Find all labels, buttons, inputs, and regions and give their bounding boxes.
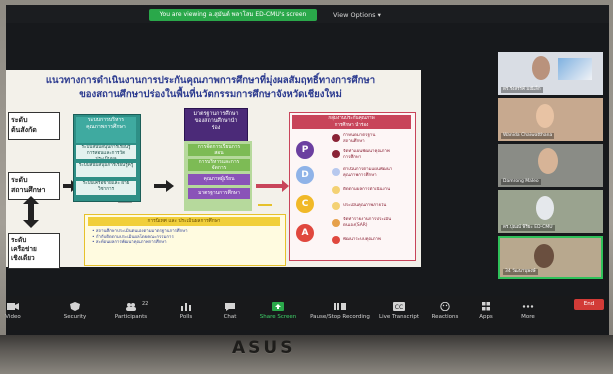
- arrow-right-2: [154, 180, 174, 192]
- pdca-a: A: [296, 224, 314, 242]
- step-4: ติดตามผลการดำเนินงาน: [343, 187, 391, 192]
- participant-tile-1[interactable]: ดร.รังสรรค์ มณีเล็ก: [498, 52, 603, 95]
- more-label: More: [521, 314, 535, 320]
- participant-name: Wanida Chaiwatthana: [501, 133, 555, 139]
- arrow-updown: [23, 196, 39, 228]
- video-icon: [7, 303, 19, 310]
- participant-name: Damrong Maleo: [501, 179, 541, 185]
- participants-button[interactable]: Participants: [106, 302, 156, 321]
- standard-management: การบริหารและการ จัดการ: [188, 159, 250, 171]
- apps-icon: [482, 302, 490, 311]
- reactions-label: Reactions: [431, 314, 459, 320]
- chat-label: Chat: [223, 314, 237, 320]
- share-screen-icon: [272, 302, 284, 311]
- recording-button[interactable]: Pause/Stop Recording: [304, 302, 376, 321]
- step-2: จัดทำแผนพัฒนาคุณภาพ การศึกษา: [343, 149, 390, 160]
- standard-learner-quality: คุณภาพผู้เรียน: [188, 174, 250, 185]
- participants-label: Participants: [114, 314, 148, 320]
- step-dot-2: [332, 150, 340, 158]
- step-1: กำหนดมาตรฐาน สถานศึกษา: [343, 133, 376, 144]
- pdca-d: D: [296, 166, 314, 184]
- participant-tile-4[interactable]: ดร.ปุณณ์ พิริยะ ED-CMU: [498, 190, 603, 233]
- logo-graphic: [558, 58, 592, 80]
- bar-chart-icon: [181, 303, 191, 311]
- shield-icon: [70, 302, 80, 311]
- quality-assurance-title: กลุ่มงานประกันคุณภาพ การศึกษา นำร่อง: [292, 115, 411, 129]
- participant-name: ดร.ปุณณ์ พิริยะ ED-CMU: [501, 225, 555, 231]
- video-button[interactable]: Video: [0, 302, 38, 321]
- live-transcript-button[interactable]: CC Live Transcript: [374, 302, 424, 321]
- step-3: ดำเนินการตามแผนพัฒนา คุณภาพการศึกษา: [343, 167, 393, 178]
- step-dot-6: [332, 219, 340, 227]
- cc-icon: CC: [393, 302, 405, 311]
- participant-name: ดร.รังสรรค์ มณีเล็ก: [501, 87, 543, 93]
- supervision-title: การนิเทศ และ ประเมินผลการศึกษา: [88, 217, 280, 226]
- participant-name: 34 วัฒนานุพงษ์: [503, 269, 538, 275]
- participants-count: 22: [142, 301, 149, 307]
- asus-logo: ASUS: [232, 338, 296, 358]
- participant-face: [536, 196, 554, 220]
- pdca-c: C: [296, 195, 314, 213]
- teal-item-1: ระบบสนับสนุนการเรียนรู้ การสอนและการวัด …: [76, 145, 136, 159]
- ellipsis-icon: [522, 305, 534, 308]
- step-dot-1: [332, 134, 340, 142]
- participant-gallery: ดร.รังสรรค์ มณีเล็ก Wanida Chaiwatthana …: [498, 52, 603, 281]
- security-label: Security: [63, 314, 87, 320]
- step-6: จัดทำรายงานการประเมิน ตนเอง(SAR): [343, 217, 392, 228]
- end-meeting-button[interactable]: End: [574, 299, 604, 310]
- step-5: ประเมินคุณภาพภายใน: [343, 203, 387, 208]
- live-transcript-label: Live Transcript: [379, 314, 419, 320]
- video-label: Video: [5, 314, 21, 320]
- participant-face: [534, 244, 554, 268]
- chat-button[interactable]: Chat: [205, 302, 255, 321]
- supervision-line-3: • สะท้อนผลการพัฒนาคุณภาพการศึกษา: [92, 240, 167, 246]
- share-screen-label: Share Screen: [259, 314, 297, 320]
- step-dot-4: [332, 186, 340, 194]
- apps-label: Apps: [479, 314, 493, 320]
- pdca-p: P: [296, 141, 314, 159]
- more-button[interactable]: More: [503, 302, 553, 321]
- participant-tile-5-active[interactable]: 34 วัฒนานุพงษ์: [498, 236, 603, 279]
- svg-text:CC: CC: [395, 304, 403, 311]
- people-icon: [126, 303, 136, 311]
- security-button[interactable]: Security: [50, 302, 100, 321]
- participant-tile-3[interactable]: Damrong Maleo: [498, 144, 603, 187]
- arrow-right-red: [256, 180, 289, 192]
- pause-stop-icon: [334, 303, 346, 310]
- step-dot-7: [332, 236, 340, 244]
- teal-item-3: ระบบเครือข่ายและ ฝ่าย วิชาการ: [76, 181, 136, 195]
- participant-face: [532, 56, 550, 80]
- step-7: พัฒนาระบบคุณภาพ: [343, 237, 381, 242]
- supervision-text: • สถานศึกษาประเมินตนเองตามมาตรฐานการศึกษ…: [92, 229, 278, 246]
- standards-title: มาตรฐานการศึกษา ของสถานศึกษานำ ร่อง: [184, 108, 248, 142]
- participant-tile-2[interactable]: Wanida Chaiwatthana: [498, 98, 603, 141]
- polls-button[interactable]: Polls: [161, 302, 211, 321]
- smiley-icon: [440, 302, 450, 311]
- standard-education: มาตรฐานการศึกษา: [188, 188, 250, 199]
- teal-item-2: ระบบสนับสนุนการเรียนรู้ครู: [76, 163, 136, 177]
- polls-label: Polls: [179, 314, 193, 320]
- recording-label: Pause/Stop Recording: [310, 314, 370, 320]
- participant-face: [536, 104, 554, 128]
- share-screen-button[interactable]: Share Screen: [253, 302, 303, 321]
- participant-face: [538, 148, 558, 174]
- step-dot-3: [332, 168, 340, 176]
- management-system-title: ระบบการบริหาร คุณภาพการศึกษา: [76, 117, 136, 143]
- step-dot-5: [332, 202, 340, 210]
- standard-teaching: การจัดการเรียนการ สอน: [188, 144, 250, 156]
- chat-icon: [225, 303, 235, 311]
